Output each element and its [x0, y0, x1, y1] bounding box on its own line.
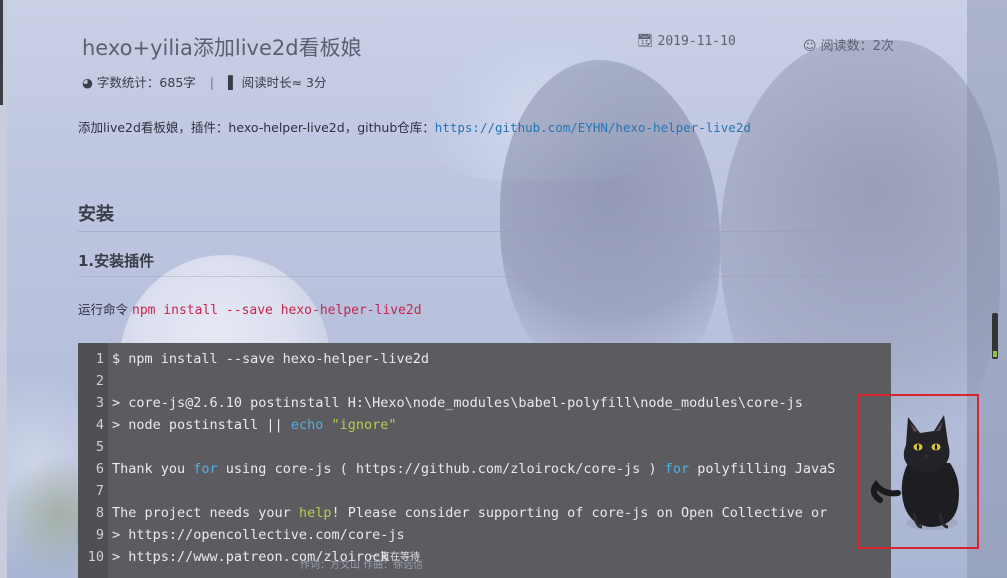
character-decoration [500, 60, 720, 390]
code-line: 7 [78, 480, 112, 502]
code-line: 6 Thank you for using core-js ( https://g… [78, 458, 836, 480]
line-number: 4 [95, 417, 104, 433]
code-text: Thank you [112, 461, 194, 477]
code-text: The project needs your [112, 505, 299, 521]
code-text: > node postinstall || [112, 417, 291, 433]
code-line: 2 [78, 370, 112, 392]
scroll-thumb[interactable] [992, 313, 998, 359]
line-number: 6 [95, 461, 104, 477]
date-text: 2019-11-10 [657, 34, 736, 49]
run-command-paragraph: 运行命令 npm install --save hexo-helper-live… [78, 299, 422, 318]
code-keyword: for [664, 461, 690, 477]
subsection-heading-plugin: 1.安装插件 [78, 252, 155, 270]
divider [78, 276, 890, 277]
views-text: 阅读数：2次 [820, 39, 894, 54]
code-string: "ignore" [331, 417, 397, 433]
line-number: 8 [95, 505, 104, 521]
line-number: 5 [95, 439, 104, 455]
lyric-title: 一直在等待 [370, 552, 420, 563]
book-icon: ▌ [227, 75, 238, 90]
code-text: $ npm install --save hexo-helper-live2d [112, 351, 429, 367]
code-line: 5 [78, 436, 112, 458]
line-number: 10 [87, 549, 104, 565]
code-block: 1 $ npm install --save hexo-helper-live2d… [78, 343, 891, 578]
left-edge [0, 0, 7, 578]
intro-text: 添加live2d看板娘，插件：hexo-helper-live2d，github… [78, 120, 435, 135]
post-title: hexo+yilia添加live2d看板娘 [82, 36, 362, 60]
intro-paragraph: 添加live2d看板娘，插件：hexo-helper-live2d，github… [78, 117, 751, 136]
inline-code: npm install --save hexo-helper-live2d [132, 303, 422, 318]
code-line: 1 $ npm install --save hexo-helper-live2d [78, 348, 429, 370]
line-number: 7 [95, 483, 104, 499]
eye-icon: ☺ [803, 39, 817, 54]
run-label: 运行命令 [78, 302, 129, 317]
section-heading-install: 安装 [78, 204, 114, 225]
calendar-icon: 📆︎ [637, 34, 654, 49]
meta-separator: | [209, 75, 214, 90]
code-text: > core-js@2.6.10 postinstall H:\Hexo\nod… [112, 395, 803, 411]
read-time: 阅读时长≈ 3分 [241, 75, 327, 90]
line-number: 3 [95, 395, 104, 411]
code-line: 3 > core-js@2.6.10 postinstall H:\Hexo\no… [78, 392, 803, 414]
code-string: help [298, 505, 332, 521]
post-date: 📆︎ 2019-11-10 [637, 34, 736, 49]
divider [78, 231, 890, 232]
code-keyword: echo [290, 417, 324, 433]
post-views: ☺ 阅读数：2次 [803, 35, 894, 54]
code-line: 8 The project needs your help! Please con… [78, 502, 827, 524]
post-meta: ◕ 字数统计：685字 | ▌ 阅读时长≈ 3分 [82, 72, 327, 91]
word-count: 字数统计：685字 [96, 75, 196, 90]
live2d-cat-widget[interactable] [870, 405, 970, 533]
repo-link[interactable]: https://github.com/EYHN/hexo-helper-live… [435, 120, 751, 135]
code-line: 9 > https://opencollective.com/core-js [78, 524, 405, 546]
code-text: > https://opencollective.com/core-js [112, 527, 405, 543]
line-number: 9 [95, 527, 104, 543]
code-text: using core-js ( https://github.com/zloir… [217, 461, 665, 477]
pie-chart-icon: ◕ [82, 75, 93, 90]
code-text: polyfilling JavaS [689, 461, 836, 477]
code-text: ! Please consider supporting of core-js … [331, 505, 828, 521]
line-number: 2 [95, 373, 104, 389]
music-lyric-overlay: 一直在等待 作词：方文山 作曲：徐远信 [300, 552, 423, 571]
scroll-indicator [993, 351, 997, 357]
line-number: 1 [95, 351, 104, 367]
left-edge-bar [0, 0, 3, 105]
code-line: 4 > node postinstall || echo "ignore" [78, 414, 397, 436]
code-keyword: for [193, 461, 218, 477]
